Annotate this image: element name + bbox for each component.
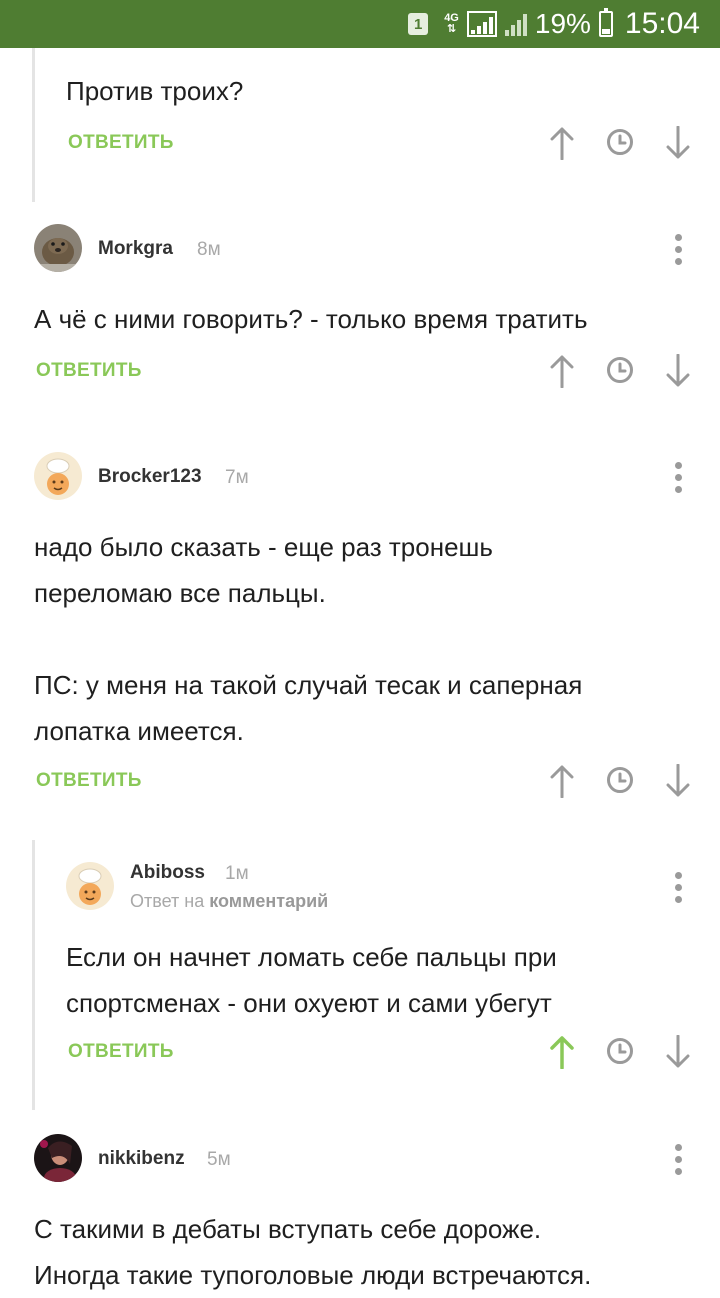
comment-text: ПС: у меня на такой случай тесак и сапер… [34,662,582,754]
reply-button[interactable]: ОТВЕТИТЬ [36,360,142,382]
battery-percent: 19% [534,8,591,39]
upvote-arrow-icon[interactable] [549,764,575,798]
comment-age: 7м [225,467,249,488]
comment-text: Если он начнет ломать себе пальцы при сп… [66,934,557,1026]
avatar[interactable] [34,224,82,272]
text-line: Если он начнет ломать себе пальцы при [66,942,557,972]
comment-age: 8м [197,239,221,260]
clock-icon[interactable] [606,766,634,794]
text-line: Иногда такие тупоголовые люди встречаютс… [34,1260,592,1290]
signal-icon [466,11,497,37]
comment-age: 5м [207,1149,231,1170]
text-line: лопатка имеется. [34,716,244,746]
thread-line [32,840,35,1110]
signal-secondary-icon [504,12,527,36]
more-vert-icon[interactable] [673,872,683,908]
upvote-arrow-icon[interactable] [549,126,575,160]
reply-button[interactable]: ОТВЕТИТЬ [36,770,142,792]
avatar[interactable] [34,1134,82,1182]
text-line: переломаю все пальцы. [34,578,326,608]
text-line: спортсменах - они охуеют и сами убегут [66,988,552,1018]
upvote-arrow-icon[interactable] [549,354,575,388]
comment-author[interactable]: Brocker123 [98,466,202,488]
reply-button[interactable]: ОТВЕТИТЬ [68,132,174,154]
reply-to-prefix: Ответ на [130,891,205,911]
clock-icon[interactable] [606,1037,634,1065]
text-line: надо было сказать - еще раз тронешь [34,532,493,562]
network-type: 4G ⇅ [444,12,459,35]
reply-button[interactable]: ОТВЕТИТЬ [68,1041,174,1063]
thread-line [32,48,35,202]
comment-text: А чё с ними говорить? - только время тра… [34,304,588,334]
status-icons: 1 4G ⇅ 19% 15:04 [408,0,700,48]
comment-author[interactable]: Morkgra [98,238,173,260]
reply-to-link[interactable]: комментарий [209,891,328,911]
status-bar: 1 4G ⇅ 19% 15:04 [0,0,720,48]
comment-text: надо было сказать - еще раз тронешь пере… [34,524,493,616]
battery-icon [598,8,613,37]
reply-to-line: Ответ на комментарий [130,891,328,912]
sim-badge: 1 [408,13,429,35]
downvote-arrow-icon[interactable] [665,1035,691,1069]
clock-time: 15:04 [624,7,700,40]
more-vert-icon[interactable] [673,234,683,270]
comment-text: С такими в дебаты вступать себе дороже. … [34,1206,591,1298]
downvote-arrow-icon[interactable] [665,126,691,160]
text-line: С такими в дебаты вступать себе дороже. [34,1214,542,1244]
more-vert-icon[interactable] [673,462,683,498]
data-arrows-icon: ⇅ [446,23,457,35]
comment-author[interactable]: Abiboss [130,862,205,884]
downvote-arrow-icon[interactable] [665,764,691,798]
comment-age: 1м [225,863,249,884]
comment-text: Против троих? [66,76,244,106]
avatar[interactable] [34,452,82,500]
text-line: ПС: у меня на такой случай тесак и сапер… [34,670,583,700]
clock-icon[interactable] [606,128,634,156]
comment-author[interactable]: nikkibenz [98,1148,185,1170]
avatar[interactable] [66,862,114,910]
clock-icon[interactable] [606,356,634,384]
more-vert-icon[interactable] [673,1144,683,1180]
upvote-arrow-icon[interactable] [549,1035,575,1069]
downvote-arrow-icon[interactable] [665,354,691,388]
